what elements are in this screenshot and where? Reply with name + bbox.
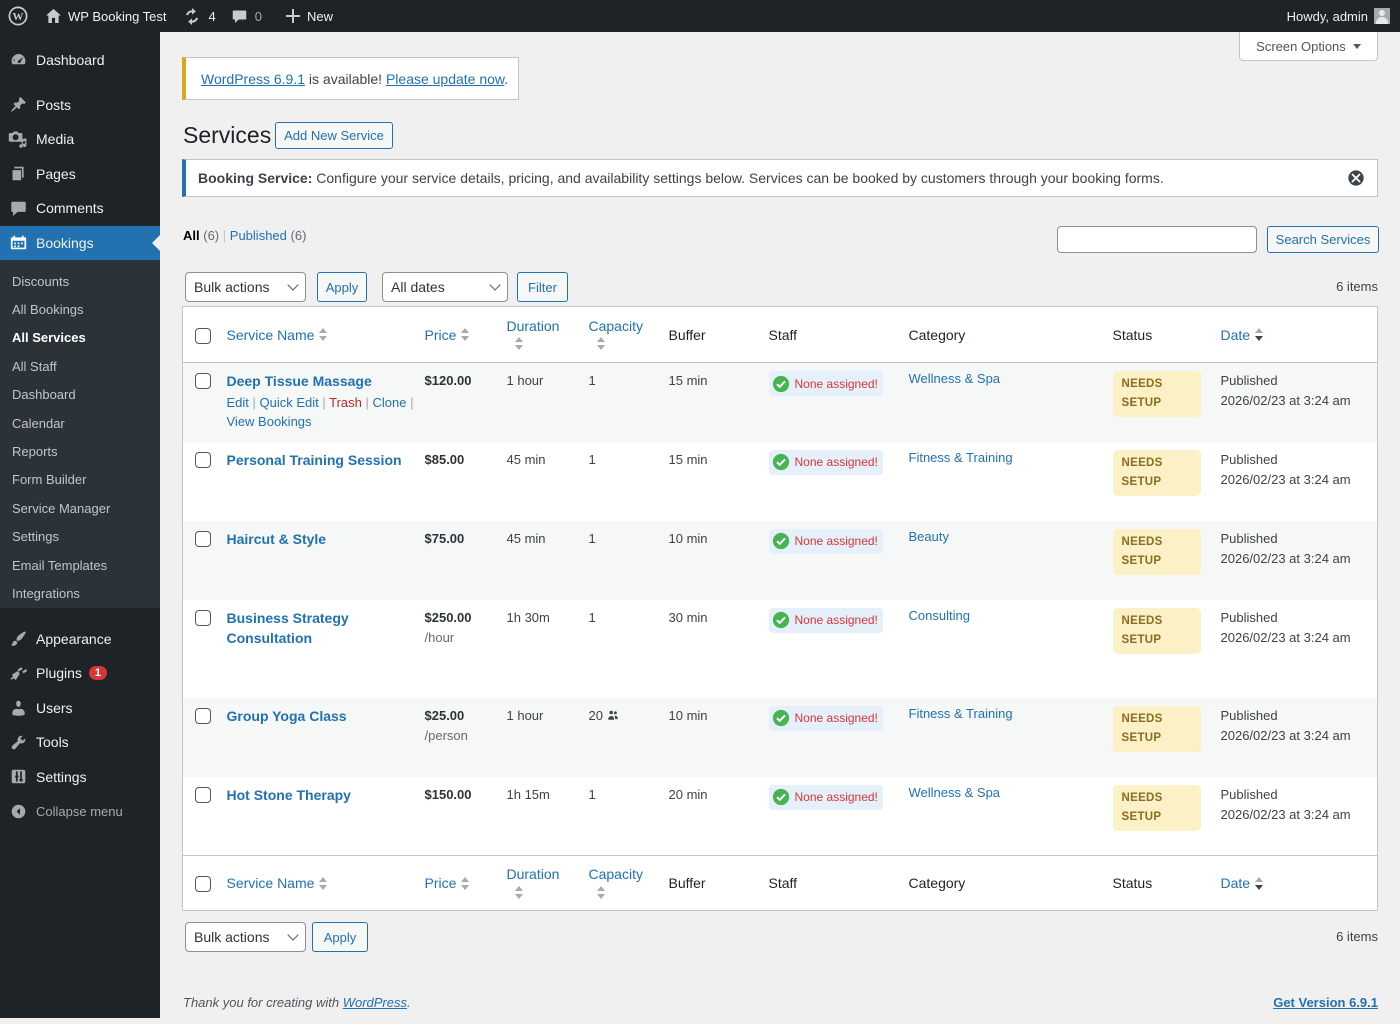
svg-text:W: W xyxy=(13,11,24,23)
